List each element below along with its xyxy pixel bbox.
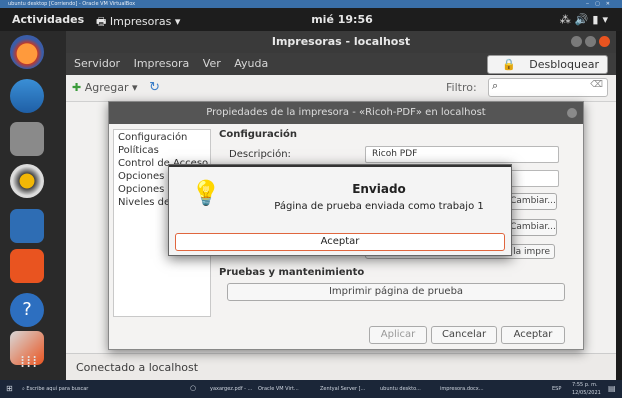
cortana-icon[interactable]: ○ <box>190 384 196 392</box>
menu-ayuda[interactable]: Ayuda <box>234 57 268 70</box>
print-test-page-button[interactable]: Imprimir página de prueba <box>227 283 565 301</box>
software-center-icon[interactable] <box>10 249 44 283</box>
search-icon: ⌕ <box>492 79 499 92</box>
ok-button[interactable]: Aceptar <box>175 233 505 251</box>
taskbar-app-word[interactable]: impresora.docx... <box>440 386 484 392</box>
ubuntu-top-panel: Actividades 🖶 Impresoras ▾ mié 19:56 ⁂🔊▮… <box>0 8 622 31</box>
taskbar-date[interactable]: 12/05/2021 <box>572 390 601 396</box>
plus-icon: ✚ <box>72 81 82 94</box>
virtualbox-title-bar: ubuntu desktop [Corriendo] - Oracle VM V… <box>0 0 622 8</box>
clear-icon[interactable]: ⌫ <box>590 80 603 90</box>
minimize-icon[interactable] <box>571 36 582 47</box>
battery-icon: ▮ <box>592 13 603 26</box>
activities-button[interactable]: Actividades <box>12 13 84 26</box>
accept-button[interactable]: Aceptar <box>501 326 565 344</box>
unlock-button[interactable]: 🔒 Desbloquear <box>487 55 608 74</box>
filter-label: Filtro: <box>446 81 477 94</box>
taskbar-search[interactable]: ⌕ Escribe aquí para buscar <box>22 386 88 392</box>
keyboard-language[interactable]: ESP <box>552 386 561 392</box>
system-tray[interactable]: ⁂🔊▮▾ <box>560 13 612 26</box>
taskbar-app-ubuntu[interactable]: ubuntu deskto... <box>380 386 421 392</box>
change-button-2[interactable]: Cambiar... <box>509 219 557 236</box>
virtualbox-window-controls[interactable]: ‒▢✕ <box>586 0 616 8</box>
taskbar-time[interactable]: 7:55 p. m. <box>572 382 598 388</box>
lightbulb-icon: 💡 <box>191 179 221 207</box>
close-icon[interactable] <box>567 108 577 118</box>
chevron-down-icon: ▾ <box>132 81 138 94</box>
menu-ver[interactable]: Ver <box>203 57 221 70</box>
printer-icon: 🖶 <box>96 15 107 28</box>
chevron-down-icon: ▾ <box>174 15 181 28</box>
app-menu-label: Impresoras <box>109 15 172 28</box>
section-configuracion: Configuración <box>219 129 298 140</box>
writer-icon[interactable] <box>10 209 44 243</box>
add-printer-button[interactable]: ✚ Agregar ▾ ↻ <box>72 80 160 95</box>
connection-status: Conectado a localhost <box>76 361 199 374</box>
network-icon: ⁂ <box>559 13 575 26</box>
menu-impresora[interactable]: Impresora <box>134 57 190 70</box>
change-button-1[interactable]: Cambiar... <box>509 193 557 210</box>
rhythmbox-icon[interactable] <box>10 164 44 198</box>
maximize-icon[interactable] <box>585 36 596 47</box>
sent-message: Página de prueba enviada como trabajo 1 <box>274 201 484 212</box>
menu-bar: Servidor Impresora Ver Ayuda 🔒 Desbloque… <box>66 53 616 75</box>
dialog-title: Propiedades de la impresora - «Ricoh-PDF… <box>109 102 583 124</box>
chevron-down-icon: ▾ <box>602 13 612 26</box>
test-page-sent-dialog: 💡 Enviado Página de prueba enviada como … <box>168 164 512 256</box>
sent-title: Enviado <box>352 182 406 196</box>
toolbar: ✚ Agregar ▾ ↻ Filtro: ⌕ ⌫ <box>66 75 616 102</box>
filter-input[interactable]: ⌕ ⌫ <box>488 78 608 97</box>
dialog-header-strip <box>169 165 511 167</box>
refresh-icon[interactable]: ↻ <box>149 80 160 95</box>
window-title: Impresoras - localhost <box>66 31 616 53</box>
cancel-button[interactable]: Cancelar <box>431 326 497 344</box>
section-pruebas: Pruebas y mantenimiento <box>219 267 365 278</box>
description-field[interactable]: Ricoh PDF <box>365 146 559 163</box>
ubuntu-dock: ? <box>0 31 66 380</box>
taskbar-app-virtualbox[interactable]: Oracle VM Virt... <box>258 386 299 392</box>
files-icon[interactable] <box>10 122 44 156</box>
app-menu[interactable]: 🖶 Impresoras ▾ <box>96 13 180 32</box>
window-controls <box>568 36 610 50</box>
notifications-icon[interactable]: ▤ <box>608 384 616 393</box>
firefox-icon[interactable] <box>10 35 44 69</box>
menu-servidor[interactable]: Servidor <box>74 57 120 70</box>
apply-button[interactable]: Aplicar <box>369 326 427 344</box>
taskbar-search-label: Escribe aquí para buscar <box>26 386 89 392</box>
close-icon[interactable] <box>599 36 610 47</box>
search-icon: ⌕ <box>22 386 25 392</box>
virtualbox-title: ubuntu desktop [Corriendo] - Oracle VM V… <box>8 1 136 7</box>
app-grid-icon[interactable]: ⁞⁞⁞ <box>20 352 38 371</box>
lock-icon: 🔒 <box>502 58 516 71</box>
nav-politicas[interactable]: Políticas <box>118 145 159 156</box>
status-bar: Conectado a localhost <box>66 353 616 381</box>
nav-configuracion[interactable]: Configuración <box>118 132 187 143</box>
add-label: Agregar <box>84 81 129 94</box>
taskbar-app-zentyal[interactable]: Zentyal Server [... <box>320 386 365 392</box>
volume-icon: 🔊 <box>574 13 593 26</box>
description-label: Descripción: <box>229 149 291 160</box>
clock[interactable]: mié 19:56 <box>272 13 412 26</box>
unlock-label: Desbloquear <box>529 58 599 71</box>
taskbar-app-pdf[interactable]: yaxargez.pdf - ... <box>210 386 252 392</box>
windows-taskbar: ⊞ ⌕ Escribe aquí para buscar ○ yaxargez.… <box>0 380 622 398</box>
windows-start-icon[interactable]: ⊞ <box>6 384 13 393</box>
nav-opciones-trabajo[interactable]: Opciones d <box>118 184 174 195</box>
dialog-action-row: Aplicar Cancelar Aceptar <box>109 320 583 348</box>
help-icon[interactable]: ? <box>10 293 44 327</box>
thunderbird-icon[interactable] <box>10 79 44 113</box>
